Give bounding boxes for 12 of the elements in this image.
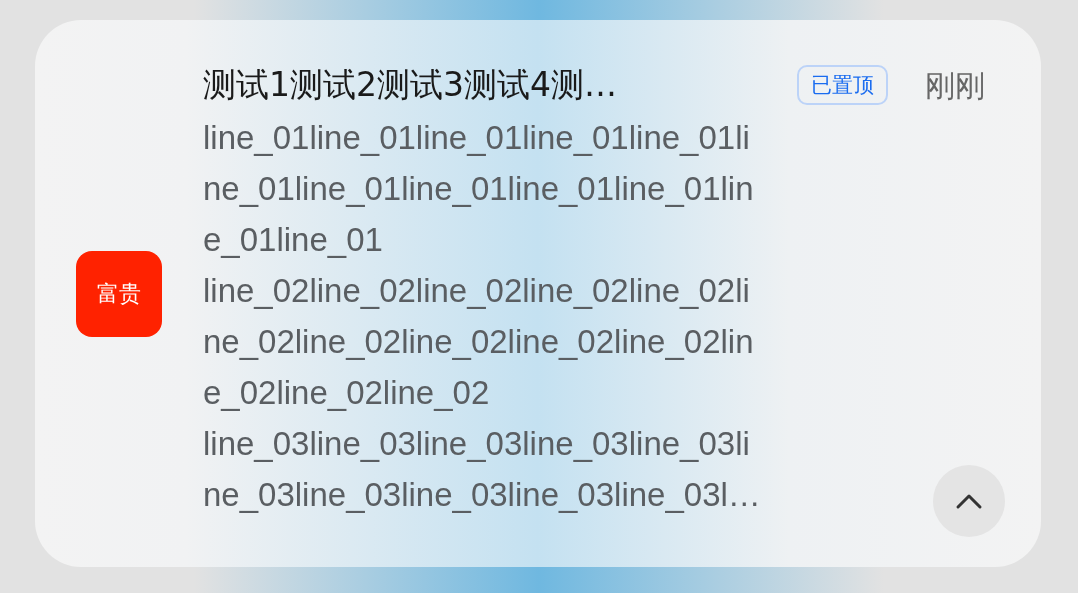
message-line: line_01line_01line_01line_01line_01li [203, 118, 750, 158]
message-line: line_02line_02line_02line_02line_02li [203, 271, 750, 311]
message-line: ne_02line_02line_02line_02line_02lin [203, 322, 754, 362]
pinned-badge: 已置顶 [797, 65, 888, 105]
message-line: e_01line_01 [203, 220, 383, 260]
app-icon: 富贵 [76, 250, 162, 337]
message-line: ne_01line_01line_01line_01line_01lin [203, 169, 754, 209]
timestamp: 刚刚 [925, 67, 985, 104]
notification-title: 测试1测试2测试3测试4测… [203, 64, 618, 107]
message-line: e_02line_02line_02 [203, 373, 490, 413]
message-line: ne_03line_03line_03line_03line_03l… [203, 475, 761, 515]
message-line: line_03line_03line_03line_03line_03li [203, 424, 750, 464]
